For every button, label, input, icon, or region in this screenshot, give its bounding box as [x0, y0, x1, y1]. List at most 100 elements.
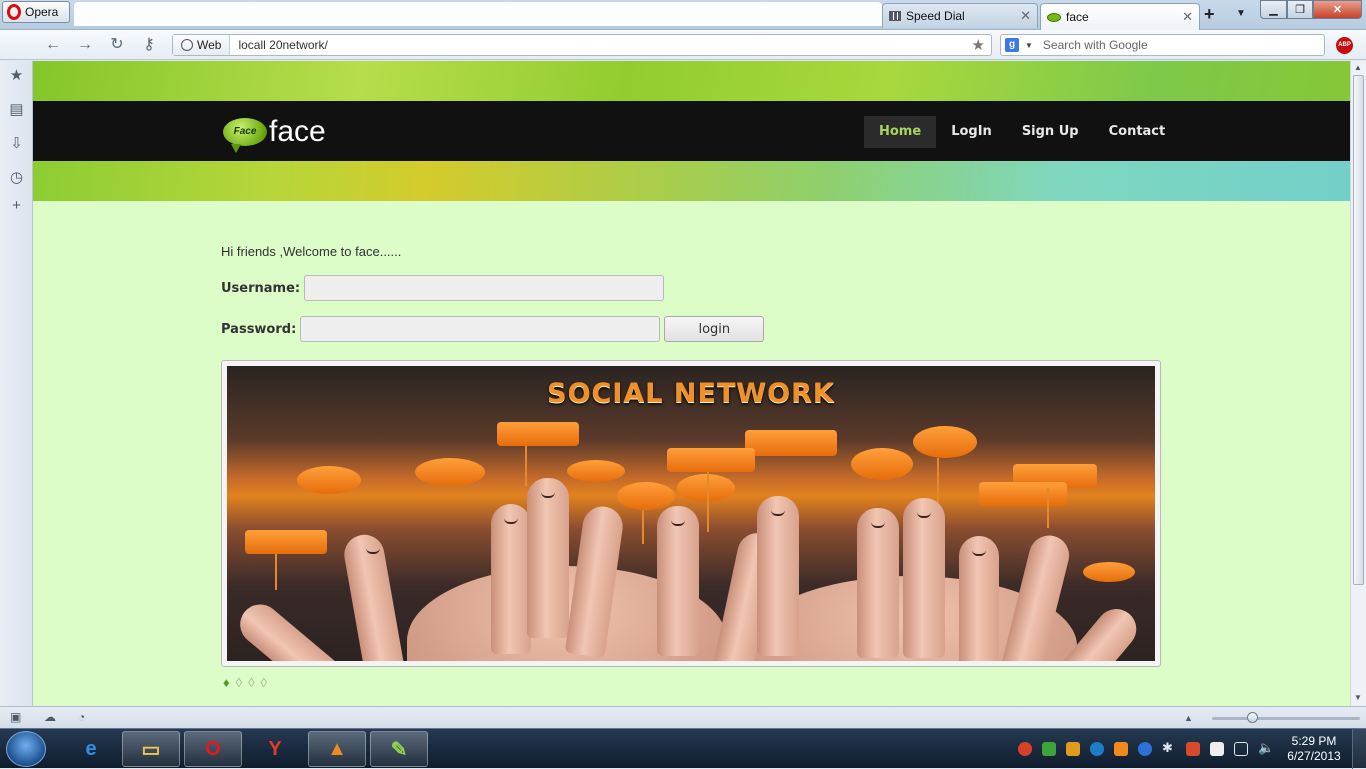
tray-winamp-icon[interactable] [1066, 742, 1080, 756]
speech-bubble-icon [617, 482, 675, 510]
new-tab-icon[interactable]: + [1204, 4, 1215, 25]
tray-sync-icon[interactable] [1090, 742, 1104, 756]
slide-dot-1[interactable]: ♦ [223, 675, 230, 690]
bubble-stick [525, 446, 527, 486]
tab-redacted[interactable] [74, 2, 882, 26]
show-desktop-button[interactable] [1352, 729, 1366, 769]
site-info-button[interactable]: Web [173, 35, 231, 55]
slide-title: SOCIAL NETWORK [547, 378, 835, 409]
minimize-button[interactable]: ▁ [1260, 0, 1287, 19]
downloads-icon[interactable]: ⇩ [8, 135, 25, 152]
scroll-up-icon[interactable]: ▲ [1354, 63, 1362, 72]
slide-dot-2[interactable]: ◊ [236, 675, 242, 690]
bookmark-star-icon[interactable]: ★ [972, 36, 991, 54]
image-slider[interactable]: SOCIAL NETWORK [221, 360, 1161, 667]
notes-icon[interactable]: ▤ [8, 101, 25, 118]
nav-signup[interactable]: Sign Up [1007, 116, 1094, 148]
tab-speed-dial[interactable]: Speed Dial ✕ [882, 3, 1038, 28]
network-icon[interactable] [1234, 742, 1248, 756]
maximize-button[interactable]: ❐ [1287, 0, 1313, 19]
bluetooth-icon[interactable]: ✱ [1162, 740, 1176, 755]
browser-title-bar: Opera Speed Dial ✕ face ✕ + ▼ ▁ ❐ ✕ [0, 0, 1366, 30]
volume-icon[interactable]: 🔈 [1258, 740, 1274, 755]
tab-speed-dial-label: Speed Dial [906, 9, 965, 23]
tray-alert-icon[interactable] [1186, 742, 1200, 756]
add-panel-icon[interactable]: + [8, 197, 25, 214]
view-options-icon[interactable]: ▲ [1184, 713, 1193, 723]
speech-bubble-logo-icon: Face [223, 118, 267, 153]
notepad-plus-plus-icon[interactable]: ✎ [370, 731, 428, 767]
login-button[interactable]: login [664, 316, 765, 342]
opera-menu-button[interactable]: Opera [2, 1, 70, 23]
finger [657, 506, 699, 656]
search-field[interactable]: g ▼ Search with Google [1000, 34, 1325, 56]
tab-face-label: face [1066, 10, 1089, 24]
close-window-button[interactable]: ✕ [1313, 0, 1362, 19]
close-tab-icon[interactable]: ✕ [1020, 8, 1031, 24]
speech-bubble-icon [745, 430, 837, 456]
tray-app-icon[interactable] [1018, 742, 1032, 756]
nav-home[interactable]: Home [864, 116, 937, 148]
address-bar[interactable]: Web locall 20network/ ★ [172, 34, 992, 56]
opera-unite-icon[interactable]: ☁ [44, 710, 56, 724]
address-url-text[interactable]: locall 20network/ [230, 38, 971, 52]
username-field[interactable] [304, 275, 665, 301]
finger [903, 498, 945, 658]
adblock-plus-icon[interactable]: ABP [1336, 37, 1353, 54]
tray-network-app-icon[interactable] [1042, 742, 1056, 756]
yandex-browser-icon[interactable]: Y [246, 731, 304, 767]
vertical-scrollbar[interactable]: ▲ ▼ [1350, 61, 1366, 706]
system-clock[interactable]: 5:29 PM 6/27/2013 [1284, 734, 1344, 764]
forward-icon[interactable]: → [74, 35, 96, 55]
speech-bubble-icon [913, 426, 977, 458]
tray-flash-icon[interactable] [1138, 742, 1152, 756]
panel-toggle-icon[interactable]: ▣ [10, 710, 21, 724]
internet-explorer-icon[interactable]: e [62, 731, 120, 767]
opera-turbo-icon[interactable]: ◔ [78, 710, 85, 724]
speech-bubble-icon [297, 466, 361, 494]
vlc-player-icon[interactable]: ▲ [308, 731, 366, 767]
nav-contact[interactable]: Contact [1094, 116, 1181, 148]
action-center-flag-icon[interactable] [1210, 742, 1224, 756]
site-header: Face face Home LogIn Sign Up Contact [33, 101, 1350, 161]
search-engine-chevron-icon[interactable]: ▼ [1025, 41, 1033, 50]
username-label: Username: [221, 280, 301, 296]
nav-login[interactable]: LogIn [936, 116, 1007, 148]
clock-time: 5:29 PM [1291, 734, 1337, 748]
slide-dot-4[interactable]: ◊ [261, 675, 267, 690]
header-banner-bottom [33, 161, 1350, 201]
close-tab-icon[interactable]: ✕ [1182, 9, 1193, 25]
speech-bubble-icon [567, 460, 625, 482]
tray-vlc-icon[interactable] [1114, 742, 1128, 756]
bubble-stick [1047, 488, 1049, 528]
site-logo[interactable]: Face face [223, 115, 326, 153]
zoom-slider-track[interactable] [1212, 717, 1360, 720]
browser-toolbar: ← → ↻ ⚷ Web locall 20network/ ★ g ▼ Sear… [0, 30, 1366, 60]
scrollbar-thumb[interactable] [1353, 75, 1364, 585]
zoom-slider-handle[interactable] [1247, 712, 1258, 723]
speech-bubble-icon [851, 448, 913, 480]
back-icon[interactable]: ← [42, 35, 64, 55]
social-network-slide-image: SOCIAL NETWORK [227, 366, 1155, 661]
key-icon[interactable]: ⚷ [138, 35, 160, 55]
welcome-text: Hi friends ,Welcome to face...... [221, 244, 402, 259]
scroll-down-icon[interactable]: ▼ [1354, 693, 1362, 702]
clock-date: 6/27/2013 [1287, 749, 1341, 763]
tab-face[interactable]: face ✕ [1040, 3, 1200, 30]
tab-list-chevron-icon[interactable]: ▼ [1236, 8, 1246, 19]
speech-bubble-icon [497, 422, 579, 446]
bubble-stick [707, 472, 709, 532]
password-field[interactable] [300, 316, 661, 342]
opera-taskbar-icon[interactable]: O [184, 731, 242, 767]
reload-icon[interactable]: ↻ [106, 35, 128, 55]
start-button[interactable] [6, 731, 46, 767]
google-search-engine-icon[interactable]: g [1005, 38, 1019, 52]
bookmarks-icon[interactable]: ★ [8, 67, 25, 84]
password-label: Password: [221, 321, 297, 337]
browser-status-bar: ▣ ☁ ◔ ▲ [0, 706, 1366, 728]
header-banner-top [33, 61, 1350, 101]
windows-explorer-icon[interactable]: ▭ [122, 731, 180, 767]
bubble-stick [642, 510, 644, 544]
history-icon[interactable]: ◷ [8, 169, 25, 186]
slide-dot-3[interactable]: ◊ [248, 675, 254, 690]
